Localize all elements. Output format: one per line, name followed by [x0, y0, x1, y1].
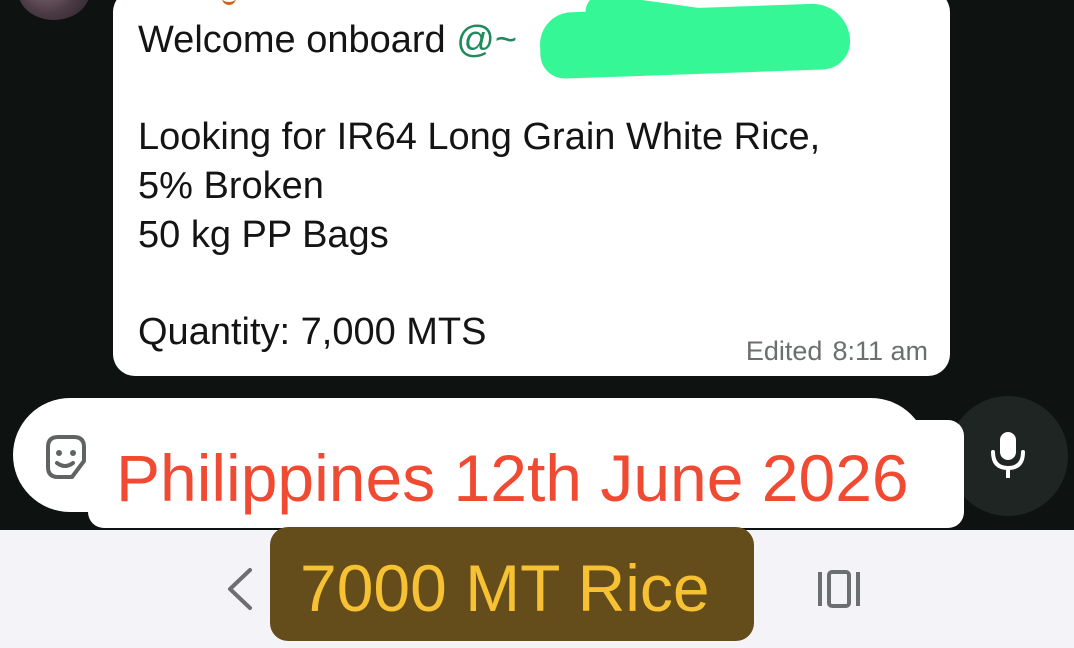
overlay-caption-bottom: 7000 MT Rice [300, 551, 710, 625]
sticker-emoji-icon[interactable] [44, 433, 88, 483]
message-bags-line: 50 kg PP Bags [138, 214, 389, 256]
overlay-caption-top: Philippines 12th June 2026 [116, 441, 909, 515]
message-product-line: Looking for IR64 Long Grain White Rice, [138, 116, 821, 158]
chat-screen: Welcome onboard @~ Looking for IR64 Long… [0, 0, 1074, 648]
mention-link[interactable]: @~ [456, 19, 517, 61]
message-broken-line: 5% Broken [138, 165, 324, 207]
microphone-icon [991, 432, 1025, 478]
edited-label: Edited [745, 336, 823, 366]
message-meta: Edited 8:11 am [746, 336, 928, 367]
message-time: 8:11 am [832, 336, 928, 366]
voice-message-button[interactable] [948, 396, 1068, 516]
recent-apps-icon[interactable] [816, 570, 862, 608]
chevron-left-icon[interactable] [220, 566, 260, 612]
message-quantity-line: Quantity: 7,000 MTS [138, 311, 487, 353]
message-greeting-line: Welcome onboard @~ [138, 18, 517, 62]
message-greeting: Welcome onboard [138, 19, 446, 61]
